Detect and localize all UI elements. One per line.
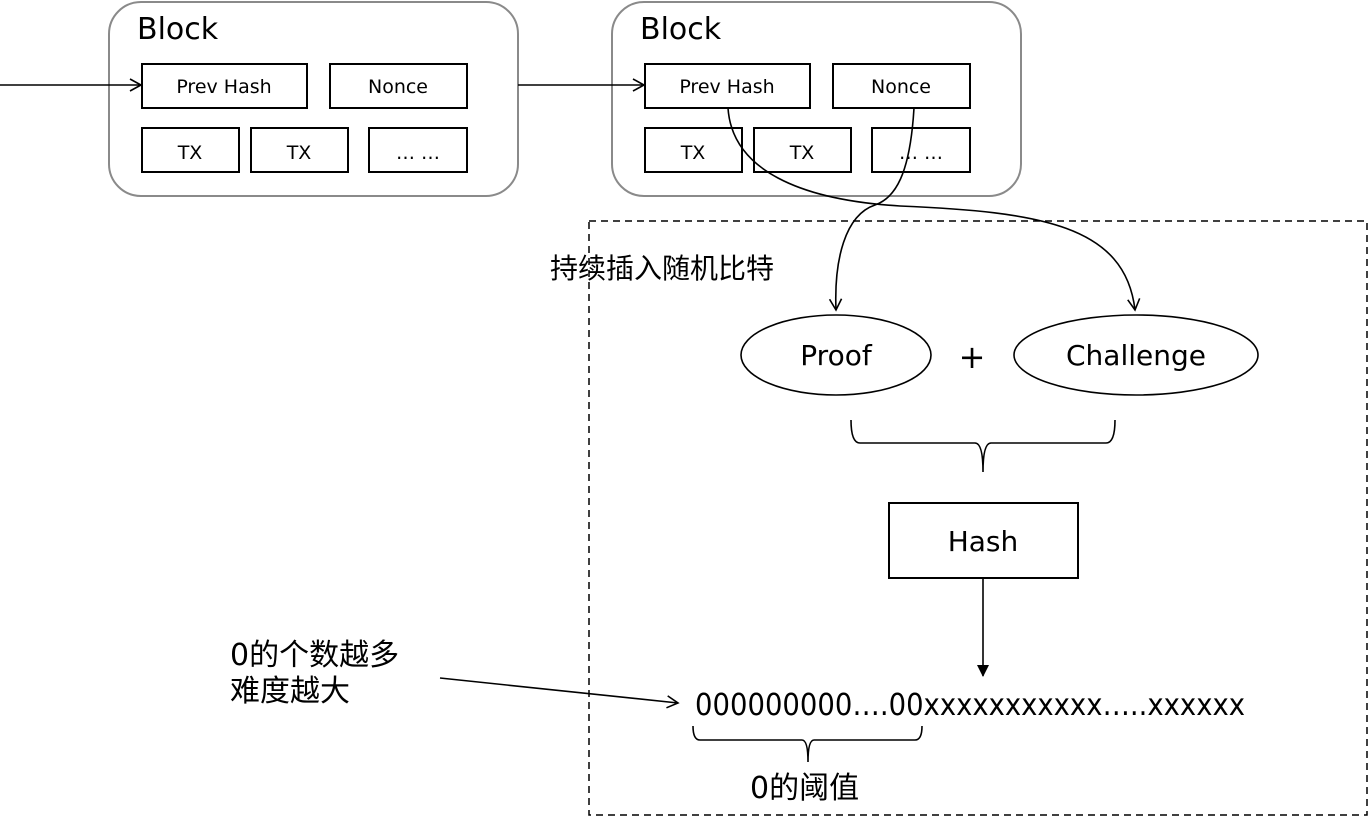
threshold-label: 0的阈值 (750, 771, 859, 806)
plus-sign: + (959, 338, 986, 376)
combine-brace (850, 419, 1116, 473)
pow-diagram: Block Prev Hash Nonce TX TX … … Block Pr… (0, 1, 1368, 816)
proof-label: Proof (800, 339, 873, 372)
more-tx-field: … … (899, 142, 943, 164)
block-title: Block (640, 12, 722, 47)
more-tx-field: … … (396, 142, 440, 164)
hash-label: Hash (948, 525, 1019, 558)
challenge-label: Challenge (1066, 339, 1206, 372)
block-1: Block Prev Hash Nonce TX TX … … (108, 1, 519, 197)
difficulty-note-arrow (439, 677, 680, 709)
insert-random-bits-label: 持续插入随机比特 (550, 252, 774, 285)
block-title: Block (137, 12, 219, 47)
hash-output-string: 000000000….00xxxxxxxxxxx…..xxxxxx (695, 688, 1245, 723)
block-2: Block Prev Hash Nonce TX TX … … (611, 1, 1022, 197)
tx-field: TX (789, 142, 815, 164)
tx-field: TX (680, 142, 706, 164)
tx-field: TX (177, 142, 203, 164)
prev-hash-field: Prev Hash (679, 76, 774, 98)
prev-hash-field: Prev Hash (176, 76, 271, 98)
threshold-brace (692, 725, 923, 763)
difficulty-note-line-2: 难度越大 (230, 674, 350, 709)
tx-field: TX (286, 142, 312, 164)
nonce-field: Nonce (871, 76, 931, 98)
nonce-field: Nonce (368, 76, 428, 98)
difficulty-note-line-1: 0的个数越多 (230, 638, 399, 673)
